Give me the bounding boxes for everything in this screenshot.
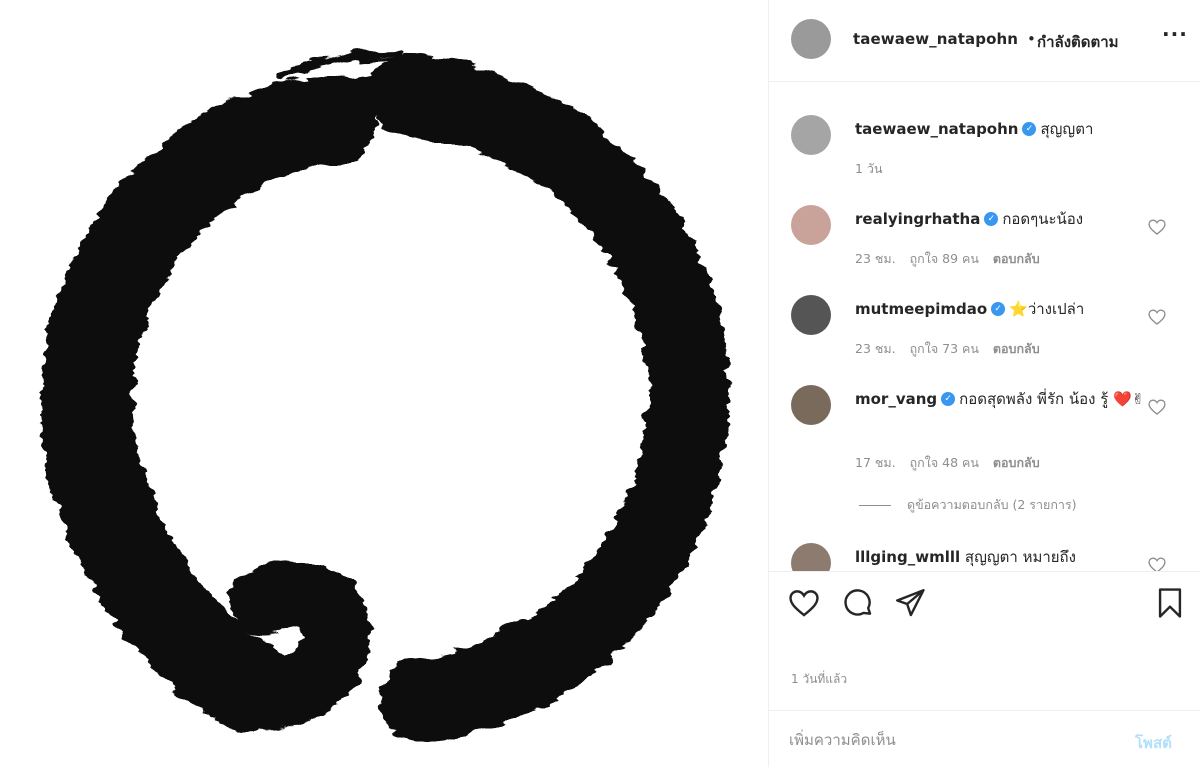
verified-icon: ✓	[991, 301, 1006, 316]
comment-username[interactable]: lllging_wmlll	[855, 548, 960, 566]
caption-username[interactable]: taewaew_natapohn	[855, 120, 1018, 138]
reply-button[interactable]: ตอบกลับ	[993, 251, 1040, 266]
author-username[interactable]: taewaew_natapohn	[853, 30, 1018, 48]
comment-likes[interactable]: ถูกใจ 48 คน	[910, 455, 979, 470]
like-comment-heart-icon[interactable]	[1147, 555, 1167, 571]
bookmark-icon[interactable]	[1153, 586, 1187, 620]
comment-body: กอดๆนะน้อง	[1002, 210, 1084, 228]
caption-time[interactable]: 1 วัน	[855, 161, 883, 176]
comment-input[interactable]	[789, 727, 1119, 753]
divider	[859, 505, 891, 506]
action-bar	[769, 571, 1200, 631]
comment-body: ⭐ว่างเปล่า	[1009, 300, 1085, 318]
avatar[interactable]	[791, 295, 831, 335]
caption-text: taewaew_natapohn ✓ สุญญตา	[855, 117, 1145, 141]
reply-button[interactable]: ตอบกลับ	[993, 455, 1040, 470]
comments-list[interactable]: taewaew_natapohn ✓ สุญญตา 1 วัน realyingrh…	[769, 83, 1200, 571]
comment-time[interactable]: 23 ชม.	[855, 251, 896, 266]
comment-time[interactable]: 23 ชม.	[855, 341, 896, 356]
post-detail-panel: taewaew_natapohn • กำลังติดตาม ··· taewa…	[768, 0, 1200, 767]
comment-body: กอดสุดพลัง พี่รัก น้อง รู้ ❤️✌	[959, 390, 1145, 408]
comment-meta: 23 ชม. ถูกใจ 89 คน ตอบกลับ	[855, 249, 1054, 269]
caption-body: สุญญตา	[1040, 120, 1094, 138]
comment-time[interactable]: 17 ชม.	[855, 455, 896, 470]
like-comment-heart-icon[interactable]	[1147, 307, 1167, 327]
avatar[interactable]	[791, 385, 831, 425]
like-comment-heart-icon[interactable]	[1147, 217, 1167, 237]
post-image[interactable]	[0, 0, 768, 767]
comment-likes[interactable]: ถูกใจ 89 คน	[910, 251, 979, 266]
separator-dot: •	[1027, 30, 1036, 48]
author-avatar[interactable]	[791, 19, 831, 59]
comment-username[interactable]: mutmeepimdao	[855, 300, 987, 318]
comment-meta: 17 ชม. ถูกใจ 48 คน ตอบกลับ	[855, 453, 1054, 473]
caption-meta: 1 วัน	[855, 159, 897, 179]
reply-button[interactable]: ตอบกลับ	[993, 341, 1040, 356]
like-comment-heart-icon[interactable]	[1147, 397, 1167, 417]
add-comment-bar: โพสต์	[769, 710, 1200, 767]
verified-icon: ✓	[1022, 121, 1037, 136]
following-button[interactable]: กำลังติดตาม	[1037, 30, 1119, 54]
avatar[interactable]	[791, 205, 831, 245]
share-icon[interactable]	[893, 586, 927, 620]
comment-username[interactable]: realyingrhatha	[855, 210, 980, 228]
verified-icon: ✓	[941, 391, 956, 406]
enso-brush-circle	[41, 48, 730, 741]
post-comment-button[interactable]: โพสต์	[1135, 731, 1172, 755]
avatar[interactable]	[791, 543, 831, 571]
avatar[interactable]	[791, 115, 831, 155]
post-timestamp[interactable]: 1 วันที่แล้ว	[791, 670, 847, 689]
verified-icon: ✓	[984, 211, 999, 226]
comment-likes[interactable]: ถูกใจ 73 คน	[910, 341, 979, 356]
comment-username[interactable]: mor_vang	[855, 390, 937, 408]
heart-icon[interactable]	[787, 586, 821, 620]
comment-text: realyingrhatha ✓ กอดๆนะน้อง	[855, 207, 1145, 231]
view-replies-button[interactable]: ดูข้อความตอบกลับ (2 รายการ)	[859, 495, 1077, 515]
view-replies-label: ดูข้อความตอบกลับ (2 รายการ)	[907, 497, 1077, 512]
comment-meta: 23 ชม. ถูกใจ 73 คน ตอบกลับ	[855, 339, 1054, 359]
comment-icon[interactable]	[841, 586, 875, 620]
comment-text: mor_vang ✓ กอดสุดพลัง พี่รัก น้อง รู้ ❤️✌	[855, 387, 1145, 411]
comment-text: mutmeepimdao ✓ ⭐ว่างเปล่า	[855, 297, 1145, 321]
comment-body: สุญญตา หมายถึง	[964, 548, 1076, 566]
post-header: taewaew_natapohn • กำลังติดตาม ···	[769, 0, 1200, 82]
more-options-icon[interactable]: ···	[1162, 22, 1188, 46]
comment-text: lllging_wmlll สุญญตา หมายถึง	[855, 545, 1145, 569]
